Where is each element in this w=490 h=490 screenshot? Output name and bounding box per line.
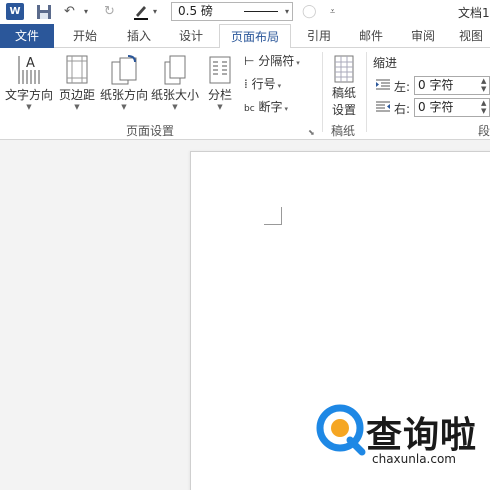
line-numbers-button[interactable]: ⁞ 行号 ▾: [244, 75, 281, 94]
save-icon[interactable]: [36, 2, 52, 22]
text-direction-button[interactable]: A 文字方向 ▼: [4, 54, 54, 111]
text-direction-icon: A: [18, 56, 40, 84]
hyphenation-icon: bc: [244, 104, 255, 114]
line-numbers-label: 行号: [251, 77, 276, 91]
chevron-down-icon: ▾: [277, 82, 282, 90]
circle-icon[interactable]: ◯: [302, 2, 317, 22]
draft-paper-label-1: 稿纸: [331, 86, 356, 100]
pen-color-icon[interactable]: [132, 2, 150, 22]
indent-right-icon: [376, 101, 390, 112]
draft-group-label: 稿纸: [331, 124, 356, 138]
orientation-label: 纸张方向: [99, 88, 148, 102]
paragraph-group-label: 段: [478, 124, 490, 138]
document-title: 文档1: [458, 6, 490, 20]
indent-title: 缩进: [373, 56, 398, 70]
columns-label: 分栏: [207, 88, 232, 102]
margins-icon: [66, 55, 88, 84]
tab-home[interactable]: 开始: [62, 24, 108, 48]
breaks-label: 分隔符: [258, 54, 295, 68]
chevron-down-icon: ▼: [121, 103, 127, 111]
chevron-down-icon: ▾: [296, 59, 300, 67]
spinner-icon[interactable]: ▲ ▼: [481, 77, 486, 93]
line-numbers-icon: ⁞: [244, 77, 248, 91]
page-setup-group-label: 页面设置: [126, 124, 175, 138]
tab-file[interactable]: 文件: [0, 24, 54, 48]
indent-left-icon: [376, 79, 390, 90]
draft-paper-icon: [334, 55, 354, 83]
size-label: 纸张大小: [150, 88, 199, 102]
line-sample: [244, 11, 278, 12]
orientation-icon: [111, 55, 137, 85]
margin-corner-mark: [264, 207, 282, 225]
text-direction-label: 文字方向: [4, 88, 53, 102]
group-divider: [366, 52, 367, 132]
chevron-down-icon: ▼: [172, 103, 178, 111]
hyphenation-label: 断字: [258, 100, 283, 114]
watermark-url: chaxunla.com: [372, 452, 456, 466]
undo-dropdown-icon[interactable]: ▾: [84, 2, 88, 22]
draft-paper-button[interactable]: 稿纸 设置: [328, 54, 360, 118]
redo-icon[interactable]: ↻: [104, 2, 115, 22]
tab-review[interactable]: 审阅: [400, 24, 446, 48]
margins-label: 页边距: [58, 88, 95, 102]
ribbon-tabs: 文件 开始 插入 设计 页面布局 引用 邮件 审阅 视图: [0, 24, 490, 49]
pen-color-dropdown-icon[interactable]: ▾: [153, 2, 157, 22]
line-weight-value: 0.5 磅: [178, 4, 213, 18]
indent-right-label: 右:: [394, 102, 411, 116]
ribbon-page-layout: A 文字方向 ▼ 页边距 ▼ 纸张方向 ▼ 纸张大小 ▼ 分栏 ▼ ⊢ 分隔符 …: [0, 48, 490, 140]
paper-size-icon: [164, 55, 186, 85]
undo-icon[interactable]: ↶: [64, 2, 75, 22]
tab-page-layout[interactable]: 页面布局: [219, 24, 291, 49]
size-button[interactable]: 纸张大小 ▼: [150, 54, 200, 111]
breaks-button[interactable]: ⊢ 分隔符 ▾: [244, 52, 300, 71]
svg-text:A: A: [26, 56, 35, 71]
line-weight-select[interactable]: 0.5 磅 ▾: [171, 2, 293, 21]
draft-paper-label-2: 设置: [331, 103, 356, 117]
tab-mailings[interactable]: 邮件: [348, 24, 394, 48]
watermark-brand: 查询啦: [366, 415, 478, 456]
tab-design[interactable]: 设计: [168, 24, 214, 48]
orientation-button[interactable]: 纸张方向 ▼: [98, 54, 150, 111]
chevron-down-icon: ▼: [74, 103, 80, 111]
columns-button[interactable]: 分栏 ▼: [204, 54, 236, 111]
chevron-down-icon: ▾: [284, 7, 289, 16]
quick-access-toolbar: W ↶ ▾ ↻ ▾ 0.5 磅 ▾ ◯ ⩡ 文档1: [0, 0, 490, 24]
chevron-down-icon: ▼: [217, 103, 223, 111]
tab-view[interactable]: 视图: [452, 24, 490, 48]
chevron-down-icon: ▾: [284, 105, 289, 113]
tab-references[interactable]: 引用: [296, 24, 342, 48]
dialog-launcher-icon[interactable]: ⬊: [308, 128, 315, 137]
indent-left-input[interactable]: 0 字符: [414, 76, 490, 95]
columns-icon: [209, 56, 231, 84]
indent-right-input[interactable]: 0 字符: [414, 98, 490, 117]
group-divider: [322, 52, 323, 132]
hyphenation-button[interactable]: bc 断字 ▾: [244, 98, 288, 117]
indent-left-label: 左:: [394, 80, 411, 94]
word-logo-icon: W: [6, 3, 24, 20]
chevron-down-icon: ▼: [26, 103, 32, 111]
customize-qat-icon[interactable]: ⩡: [330, 2, 335, 22]
breaks-icon: ⊢: [244, 54, 255, 68]
tab-insert[interactable]: 插入: [116, 24, 162, 48]
spinner-icon[interactable]: ▲ ▼: [481, 99, 486, 115]
margins-button[interactable]: 页边距 ▼: [56, 54, 98, 111]
